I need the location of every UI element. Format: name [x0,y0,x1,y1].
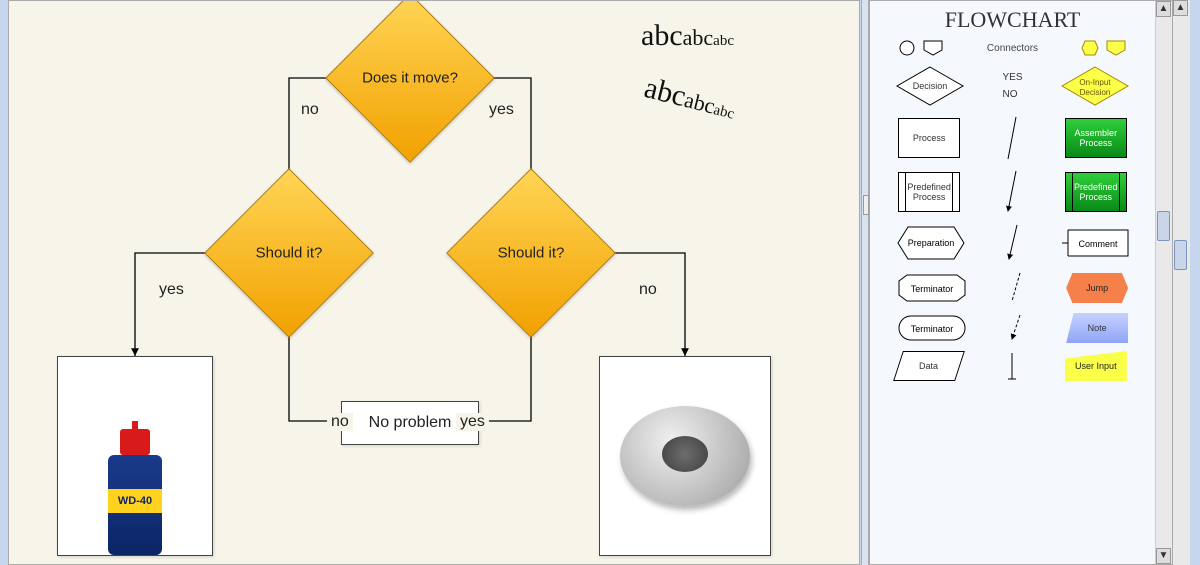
decision-left-label: Should it? [231,245,347,262]
palette-predefined-process-green[interactable]: PredefinedProcess [1065,172,1127,212]
connector-arrow-icon[interactable] [1004,169,1020,215]
result-wd40[interactable]: WD-40 [57,356,213,556]
svg-text:Terminator: Terminator [911,324,954,334]
palette-title: FLOWCHART [870,1,1155,35]
canvas[interactable]: Does it move? Should it? Should it? No p… [8,0,860,565]
decision-root[interactable]: Does it move? [325,0,495,163]
palette-preparation[interactable]: Preparation [896,225,966,261]
shape-palette: FLOWCHART Connectors Decision YES NO [869,0,1173,565]
connector-open-icon[interactable] [1004,351,1020,381]
splitter[interactable] [861,0,869,565]
scroll-thumb[interactable] [1157,211,1170,241]
palette-comment[interactable]: Comment [1060,228,1130,258]
process-label: No problem [369,414,452,432]
edge-root-yes: yes [489,101,514,119]
outer-scroll-thumb[interactable] [1174,240,1187,270]
connector-arrow2-icon[interactable] [1005,223,1021,263]
svg-text:Comment: Comment [1078,239,1118,249]
edge-right-no: no [639,281,657,299]
connector-dashed-icon[interactable] [1008,271,1024,305]
connector-line-icon[interactable] [1004,115,1020,161]
wd40-brand: WD-40 [108,489,162,513]
connector-dashed-arrow-icon[interactable] [1008,313,1024,343]
connector-offpage-white-icon[interactable] [922,39,944,57]
palette-user-input[interactable]: User Input [1065,351,1127,381]
svg-text:Terminator: Terminator [911,284,954,294]
decision-root-label: Does it move? [352,70,468,87]
result-duct-tape[interactable] [599,356,771,556]
svg-text:Preparation: Preparation [907,238,954,248]
outer-scroll-up-icon[interactable]: ▲ [1173,0,1188,16]
palette-note[interactable]: Note [1066,313,1128,343]
text-demo-2[interactable]: abcabcabc [641,71,739,126]
decision-no-label: NO [1002,89,1022,100]
connectors-label: Connectors [987,43,1038,54]
palette-scrollbar[interactable]: ▲ ▼ [1155,1,1172,564]
decision-right-label: Should it? [473,245,589,262]
outer-scrollbar[interactable]: ▲ [1173,0,1190,565]
palette-terminator[interactable]: Terminator [897,273,967,303]
svg-text:Decision: Decision [913,81,948,91]
palette-predefined-process[interactable]: PredefinedProcess [898,172,960,212]
edge-right-yes: yes [456,413,489,431]
wd40-illustration: WD-40 [58,357,212,555]
decision-yes-label: YES [1002,72,1022,83]
palette-process[interactable]: Process [898,118,960,158]
decision-left[interactable]: Should it? [204,168,374,338]
palette-oninput-decision[interactable]: On-InputDecision [1060,65,1130,107]
scroll-down-icon[interactable]: ▼ [1156,548,1171,564]
edge-left-yes: yes [159,281,184,299]
decision-right[interactable]: Should it? [446,168,616,338]
palette-jump[interactable]: Jump [1066,273,1128,303]
scroll-up-icon[interactable]: ▲ [1156,1,1171,17]
svg-text:On-InputDecision: On-InputDecision [1080,78,1112,97]
palette-terminator-2[interactable]: Terminator [897,314,967,342]
connector-circle-icon[interactable] [898,39,916,57]
connector-hex-yellow-icon[interactable] [1081,39,1099,57]
edge-root-no: no [301,101,319,119]
palette-data[interactable]: Data [898,351,960,381]
connector-offpage-yellow-icon[interactable] [1105,39,1127,57]
duct-tape-illustration [600,357,770,555]
edge-left-no: no [327,413,353,431]
palette-assembler-process[interactable]: AssemblerProcess [1065,118,1127,158]
palette-connectors-row: Connectors [870,35,1155,61]
palette-decision[interactable]: Decision [895,65,965,107]
text-demo-1[interactable]: abcabcabc [641,19,734,53]
